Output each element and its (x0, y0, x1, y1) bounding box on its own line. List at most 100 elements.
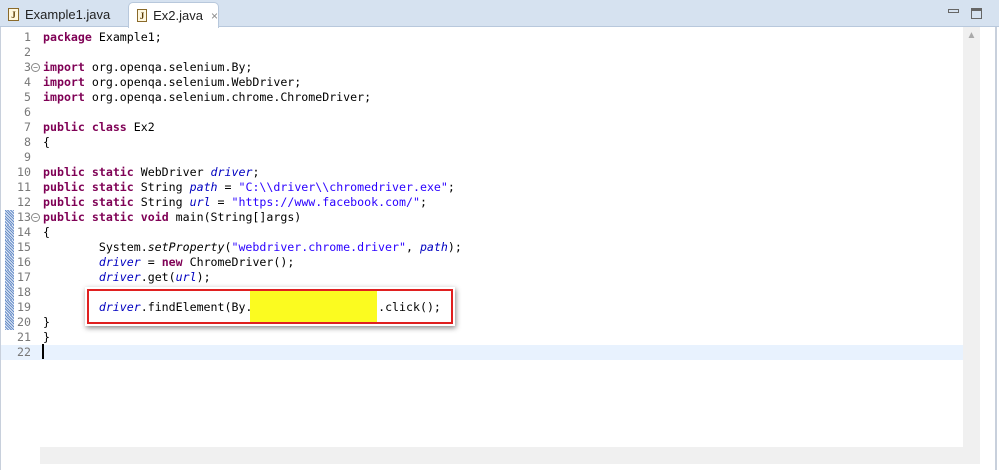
code-token: public (43, 195, 85, 209)
line-number: 6 (24, 105, 31, 119)
code-token: ; (447, 180, 455, 194)
editor-tab-bar: J Example1.java J Ex2.java × (0, 0, 999, 28)
code-token: .get( (140, 270, 176, 284)
code-token: "https://www.facebook.com/" (231, 195, 420, 209)
code-token: void (140, 210, 169, 224)
code-token: "webdriver.chrome.driver" (231, 240, 406, 254)
code-token: setProperty (147, 240, 225, 254)
code-line[interactable]: 8{ (1, 135, 963, 150)
line-number: 1 (24, 30, 31, 44)
line-text: import org.openqa.selenium.By; (43, 60, 252, 75)
code-token: Ex2 (126, 120, 155, 134)
line-number: 20 (17, 315, 31, 329)
line-number: 11 (17, 180, 31, 194)
code-line[interactable]: 13− public static void main(String[]args) (1, 210, 963, 225)
code-line[interactable]: 5 import org.openqa.selenium.chrome.Chrom… (1, 90, 963, 105)
code-token: static (91, 165, 134, 179)
code-token: } (43, 315, 50, 329)
code-token: import (43, 75, 85, 89)
line-text: driver = new ChromeDriver(); (43, 255, 294, 270)
code-token: import (43, 60, 85, 74)
code-token: public (43, 165, 85, 179)
code-line[interactable]: 6 (1, 105, 963, 120)
line-text: driver.get(url); (43, 270, 211, 285)
code-token: "C:\\driver\\chromedriver.exe" (238, 180, 448, 194)
code-line[interactable]: 12 public static String url = "https://ww… (1, 195, 963, 210)
line-number: 3 (24, 60, 31, 74)
code-token: ; (419, 195, 427, 209)
minimize-button[interactable] (948, 9, 959, 13)
line-number: 15 (17, 240, 31, 254)
tab-label: Ex2.java (153, 8, 203, 23)
code-token: driver (210, 165, 253, 179)
code-token: path (189, 180, 218, 194)
line-text: public class Ex2 (43, 120, 155, 135)
code-line[interactable]: 7 public class Ex2 (1, 120, 963, 135)
code-line[interactable]: 11 public static String path = "C:\\drive… (1, 180, 963, 195)
code-line[interactable]: 4 import org.openqa.selenium.WebDriver; (1, 75, 963, 90)
code-line[interactable]: 2 (1, 45, 963, 60)
line-text: package Example1; (43, 30, 162, 45)
line-number: 22 (17, 345, 31, 359)
horizontal-scrollbar[interactable] (40, 447, 980, 464)
code-line[interactable]: 9 (1, 150, 963, 165)
code-token: System. (43, 240, 148, 254)
scroll-up-icon[interactable]: ▲ (963, 30, 980, 41)
code-token: , (405, 240, 420, 254)
code-token: class (91, 120, 127, 134)
code-token: = (210, 195, 232, 209)
code-line[interactable]: 3− import org.openqa.selenium.By; (1, 60, 963, 75)
code-token: org.openqa.selenium.By; (84, 60, 253, 74)
line-number: 7 (24, 120, 31, 134)
code-token: public (43, 210, 85, 224)
code-token: = (140, 255, 162, 269)
line-text: } (43, 315, 50, 330)
line-number: 12 (17, 195, 31, 209)
code-line[interactable]: 15 System.setProperty("webdriver.chrome.… (1, 240, 963, 255)
tab-label: Example1.java (25, 7, 111, 22)
code-token: ChromeDriver(); (182, 255, 295, 269)
code-token: driver (98, 270, 141, 284)
code-token: ; (252, 165, 260, 179)
code-token: main(String[]args) (168, 210, 302, 224)
line-number: 4 (24, 75, 31, 89)
line-text: System.setProperty("webdriver.chrome.dri… (43, 240, 462, 255)
code-token: static (91, 195, 134, 209)
line-text: public static WebDriver driver; (43, 165, 259, 180)
code-line[interactable]: 16 driver = new ChromeDriver(); (1, 255, 963, 270)
code-token: package (43, 30, 92, 44)
code-line[interactable]: 14 { (1, 225, 963, 240)
code-token: url (189, 195, 211, 209)
code-token: public (43, 180, 85, 194)
tab-example1-java[interactable]: J Example1.java (0, 2, 128, 27)
vertical-scrollbar[interactable]: ▲ (963, 27, 980, 447)
line-text: public static String path = "C:\\driver\… (43, 180, 455, 195)
code-token: org.openqa.selenium.chrome.ChromeDriver; (84, 90, 372, 104)
fold-icon[interactable]: − (31, 213, 40, 222)
code-line[interactable]: 21} (1, 330, 963, 345)
code-token: new (161, 255, 183, 269)
line-text: public static String url = "https://www.… (43, 195, 427, 210)
code-token: = (217, 180, 239, 194)
code-token: String (133, 195, 190, 209)
code-token: { (43, 135, 50, 149)
fold-icon[interactable]: − (31, 63, 40, 72)
java-file-icon: J (137, 9, 148, 22)
line-text: { (43, 135, 50, 150)
line-number: 19 (17, 300, 31, 314)
code-token: String (133, 180, 190, 194)
close-tab-icon[interactable]: × (211, 9, 218, 23)
line-text: } (43, 330, 50, 345)
code-line[interactable]: 17 driver.get(url); (1, 270, 963, 285)
code-line[interactable]: 22 (1, 345, 963, 360)
code-line[interactable]: 1 package Example1; (1, 30, 963, 45)
tab-ex2-java[interactable]: J Ex2.java × (128, 2, 219, 28)
maximize-button[interactable] (971, 8, 982, 19)
code-token: driver (98, 255, 141, 269)
code-line[interactable]: 10 public static WebDriver driver; (1, 165, 963, 180)
code-editor[interactable]: 1 package Example1; 2 3− import org.openqa.s… (0, 27, 997, 470)
line-number: 5 (24, 90, 31, 104)
